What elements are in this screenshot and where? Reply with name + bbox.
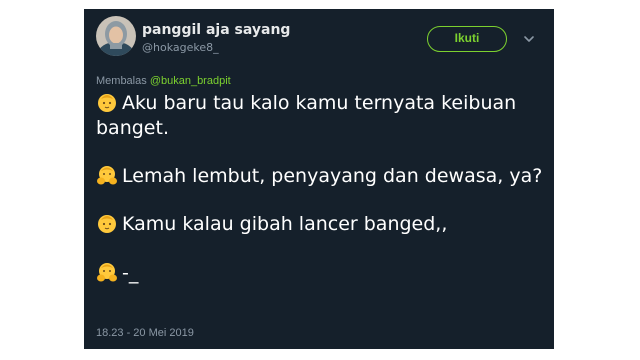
tweet-timestamp[interactable]: 18.23 - 20 Mei 2019 [96,327,194,339]
chevron-down-icon[interactable] [522,31,536,45]
tweet-paragraph-text: Kamu kalau gibah lancer banged,, [122,212,448,235]
tweet-paragraph: Lemah lembut, penyayang dan dewasa, ya? [96,164,546,189]
tweet-paragraph: Aku baru tau kalo kamu ternyata keibuan … [96,91,546,140]
baby-hands-face-emoji-icon [96,164,118,186]
baby-hands-face-emoji-icon [96,261,118,283]
user-handle[interactable]: @hokageke8_ [142,41,219,54]
reply-context: Membalas @bukan_bradpit [96,75,231,87]
baby-emoji-icon [96,91,118,113]
tweet-text: Aku baru tau kalo kamu ternyata keibuan … [96,91,546,286]
reply-mention-link[interactable]: @bukan_bradpit [150,75,231,87]
tweet-paragraph-text: -_ [122,262,139,284]
reply-prefix: Membalas [96,75,147,87]
tweet-card: panggil aja sayang @hokageke8_ Ikuti Mem… [84,9,554,349]
avatar[interactable] [96,16,136,56]
display-name[interactable]: panggil aja sayang [142,22,290,38]
follow-button[interactable]: Ikuti [427,26,507,52]
tweet-paragraph: Kamu kalau gibah lancer banged,, [96,212,546,237]
baby-emoji-icon [96,212,118,234]
tweet-paragraph-text: Aku baru tau kalo kamu ternyata keibuan … [96,92,517,139]
tweet-paragraph-text: Lemah lembut, penyayang dan dewasa, ya? [122,165,543,187]
tweet-paragraph: -_ [96,261,546,286]
